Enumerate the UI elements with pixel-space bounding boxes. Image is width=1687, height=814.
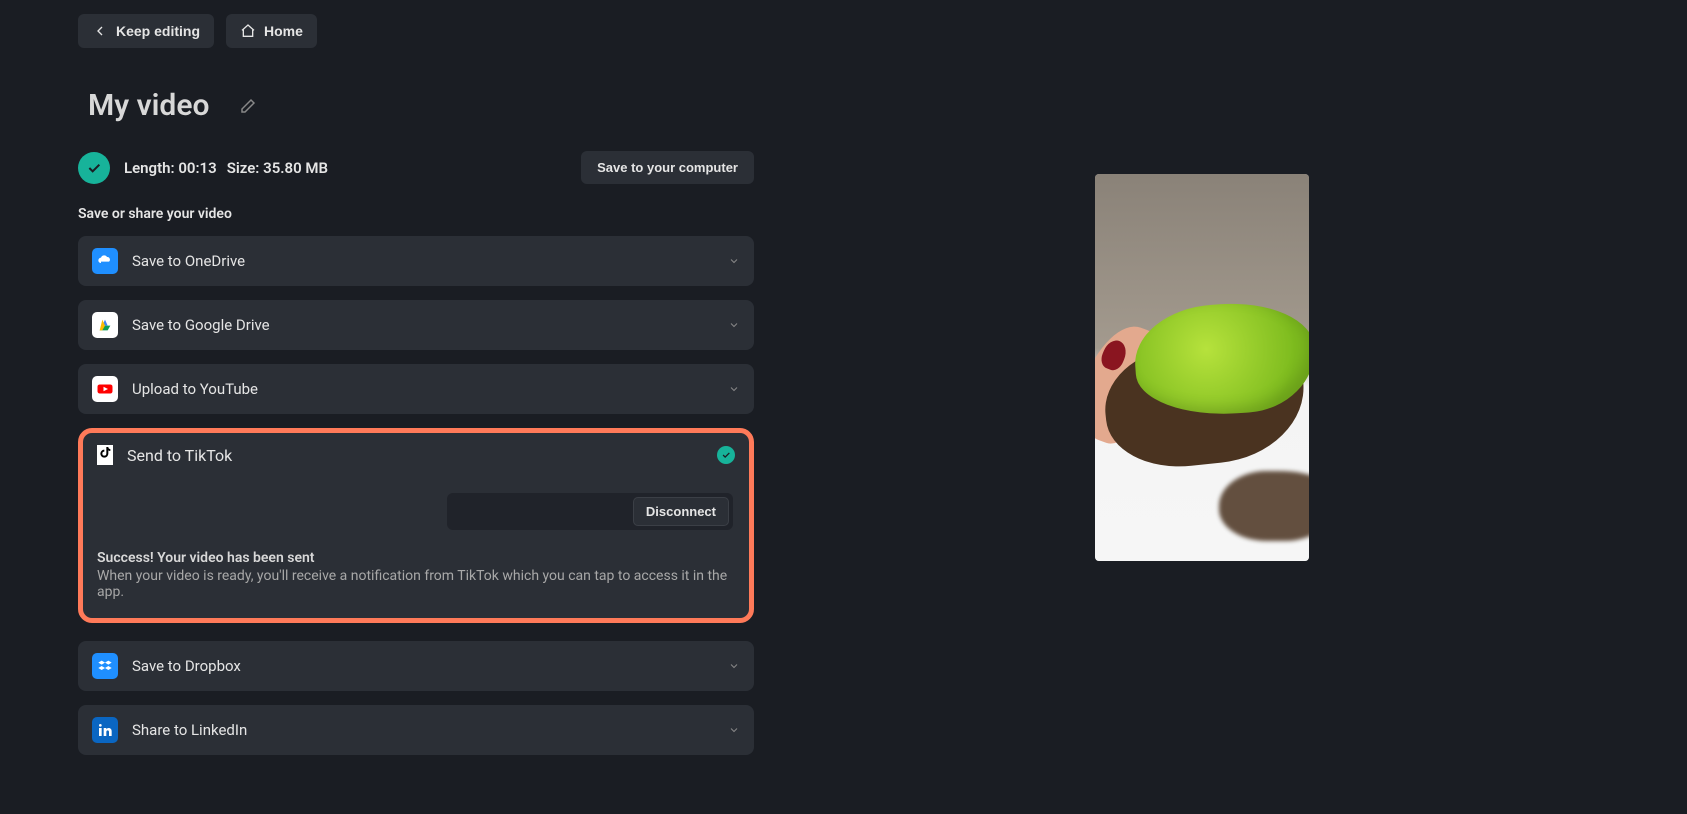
disconnect-button[interactable]: Disconnect xyxy=(633,497,729,526)
keep-editing-label: Keep editing xyxy=(116,23,200,39)
chevron-down-icon xyxy=(728,660,740,672)
gdrive-icon xyxy=(92,312,118,338)
dest-linkedin-label: Share to LinkedIn xyxy=(132,721,247,739)
chevron-down-icon xyxy=(728,383,740,395)
tiktok-success-title: Success! Your video has been sent xyxy=(97,550,735,566)
dest-linkedin[interactable]: Share to LinkedIn xyxy=(78,705,754,755)
chevron-down-icon xyxy=(728,724,740,736)
tiktok-success-body: When your video is ready, you'll receive… xyxy=(97,568,735,600)
size-label: Size: xyxy=(227,159,260,177)
video-thumbnail xyxy=(1095,174,1309,561)
length-value: 00:13 xyxy=(178,159,216,177)
dest-gdrive[interactable]: Save to Google Drive xyxy=(78,300,754,350)
tiktok-account-box: Disconnect xyxy=(447,493,733,530)
dest-gdrive-label: Save to Google Drive xyxy=(132,316,270,334)
tiktok-icon xyxy=(97,445,113,465)
tiktok-account-row: Disconnect xyxy=(97,493,735,530)
meta-row: Length: 00:13 Size: 35.80 MB Save to you… xyxy=(78,151,754,184)
page-title: My video xyxy=(88,88,209,123)
onedrive-icon xyxy=(92,248,118,274)
dest-tiktok-label: Send to TikTok xyxy=(127,446,232,465)
linkedin-icon xyxy=(92,717,118,743)
keep-editing-button[interactable]: Keep editing xyxy=(78,14,214,48)
dest-onedrive-label: Save to OneDrive xyxy=(132,252,245,270)
dest-dropbox-label: Save to Dropbox xyxy=(132,657,241,675)
section-header: Save or share your video xyxy=(78,206,754,222)
dropbox-icon xyxy=(92,653,118,679)
arrow-left-icon xyxy=(92,23,108,39)
preview-pane xyxy=(794,14,1609,769)
status-check-icon xyxy=(78,152,110,184)
top-bar: Keep editing Home xyxy=(78,14,754,48)
dest-tiktok-header[interactable]: Send to TikTok xyxy=(97,445,735,465)
chevron-down-icon xyxy=(728,255,740,267)
dest-dropbox[interactable]: Save to Dropbox xyxy=(78,641,754,691)
edit-title-icon[interactable] xyxy=(239,97,257,115)
home-label: Home xyxy=(264,23,303,39)
youtube-icon xyxy=(92,376,118,402)
dest-tiktok-expanded: Send to TikTok Disconnect Success! Your … xyxy=(78,428,754,623)
home-button[interactable]: Home xyxy=(226,14,317,48)
save-to-computer-button[interactable]: Save to your computer xyxy=(581,151,754,184)
length-label: Length: xyxy=(124,159,175,177)
title-row: My video xyxy=(78,88,754,123)
home-icon xyxy=(240,23,256,39)
dest-youtube-label: Upload to YouTube xyxy=(132,380,258,398)
dest-onedrive[interactable]: Save to OneDrive xyxy=(78,236,754,286)
chevron-down-icon xyxy=(728,319,740,331)
size-value: 35.80 MB xyxy=(263,159,328,177)
tiktok-success-check-icon xyxy=(717,446,735,464)
meta-text: Length: 00:13 Size: 35.80 MB xyxy=(124,159,328,177)
dest-youtube[interactable]: Upload to YouTube xyxy=(78,364,754,414)
